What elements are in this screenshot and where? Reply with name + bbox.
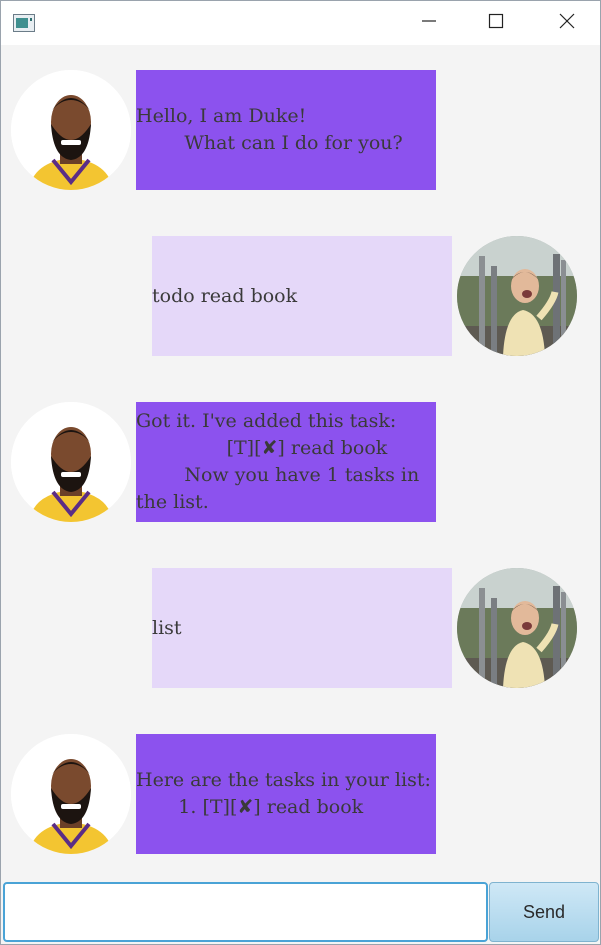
duke-message-text: Here are the tasks in your list: 1. [T][…: [136, 769, 431, 818]
minimize-icon: [421, 13, 437, 33]
maximize-button[interactable]: [473, 1, 519, 45]
input-bar: Send: [1, 880, 600, 944]
title-bar[interactable]: [1, 1, 600, 45]
duke-avatar: [11, 402, 131, 522]
duke-message-bubble: Hello, I am Duke! What can I do for you?: [136, 70, 436, 190]
duke-message-bubble: Here are the tasks in your list: 1. [T][…: [136, 734, 436, 854]
duke-message-bubble: Got it. I've added this task: [T][✘] rea…: [136, 402, 436, 522]
dialog-container[interactable]: Hello, I am Duke! What can I do for you?…: [1, 46, 600, 880]
app-icon: [13, 14, 35, 32]
duke-message-text: Hello, I am Duke! What can I do for you?: [136, 105, 403, 154]
send-button-label: Send: [522, 901, 566, 922]
minimize-button[interactable]: [406, 1, 452, 45]
user-message-text: todo read book: [152, 284, 298, 307]
close-icon: [559, 13, 575, 33]
maximize-icon: [488, 13, 504, 33]
send-button[interactable]: Send: [489, 882, 599, 942]
duke-message-text: Got it. I've added this task: [T][✘] rea…: [136, 410, 420, 513]
user-message-bubble: todo read book: [152, 236, 452, 356]
user-message-bubble: list: [152, 568, 452, 688]
user-avatar: [457, 236, 577, 356]
duke-avatar: [11, 70, 131, 190]
message-input[interactable]: [3, 882, 488, 942]
user-avatar: [457, 568, 577, 688]
duke-avatar: [11, 734, 131, 854]
close-button[interactable]: [544, 1, 590, 45]
user-message-text: list: [152, 616, 182, 639]
